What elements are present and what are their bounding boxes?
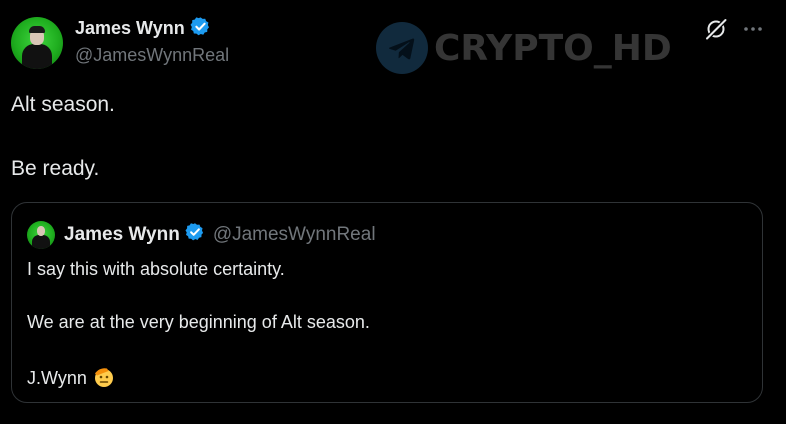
author-avatar[interactable]	[11, 17, 63, 69]
verified-badge-icon	[190, 16, 211, 42]
quoted-author-name[interactable]: James Wynn	[64, 224, 180, 246]
quoted-signature-row: J.Wynn	[27, 365, 116, 394]
quoted-author-handle[interactable]: @JamesWynnReal	[213, 224, 376, 246]
quoted-text-line: We are at the very beginning of Alt seas…	[27, 312, 370, 332]
quoted-author-avatar[interactable]	[27, 221, 55, 249]
author-handle[interactable]: @JamesWynnReal	[75, 45, 229, 66]
watermark-text: CRYPTO_HD	[434, 27, 672, 69]
quoted-tweet-card[interactable]: James Wynn @JamesWynnReal I say this wit…	[11, 202, 763, 403]
tweet-actions	[704, 17, 764, 46]
quoted-text-line: J.Wynn	[27, 368, 87, 388]
tweet-text-line: Alt season.	[11, 93, 115, 116]
watermark: CRYPTO_HD	[376, 22, 672, 74]
tweet-text-line: Be ready.	[11, 157, 100, 180]
more-options-icon[interactable]	[728, 17, 764, 46]
telegram-icon	[376, 22, 428, 74]
author-name-row[interactable]: James Wynn	[75, 16, 211, 42]
quoted-tweet-header: James Wynn @JamesWynnReal	[64, 222, 376, 248]
saluting-face-icon	[92, 365, 116, 394]
author-name[interactable]: James Wynn	[75, 18, 185, 38]
grok-icon[interactable]	[704, 17, 728, 46]
verified-badge-icon	[185, 222, 205, 248]
quoted-text-line: I say this with absolute certainty.	[27, 259, 285, 279]
